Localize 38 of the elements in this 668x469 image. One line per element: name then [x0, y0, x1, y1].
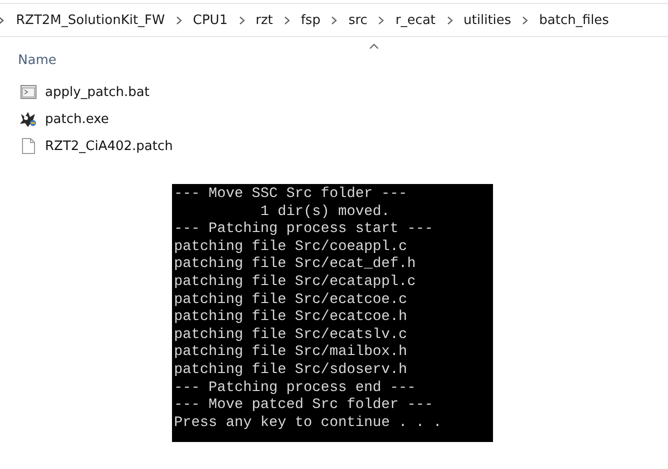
application-icon [20, 111, 37, 127]
console-line: patching file Src/sdoserv.h [174, 362, 408, 380]
breadcrumb-item[interactable]: fsp [300, 12, 320, 28]
chevron-icon [0, 16, 4, 24]
chevron-icon [284, 16, 290, 24]
sort-caret-icon [369, 43, 379, 49]
console-line: --- Move SSC Src folder --- [174, 186, 408, 204]
chevron-icon [378, 16, 384, 24]
console-line: patching file Src/ecatcoe.h [174, 309, 408, 327]
console-line: 1 dir(s) moved. [259, 204, 390, 222]
breadcrumb-item[interactable]: CPU1 [192, 12, 228, 28]
chevron-icon [522, 16, 528, 24]
chevron-icon [176, 16, 182, 24]
chevron-icon [331, 16, 338, 24]
file-name[interactable]: RZT2_CiA402.patch [45, 138, 173, 154]
file-icon [20, 138, 37, 154]
console-line: --- Patching process start --- [174, 221, 434, 239]
console-line: patching file Src/ecat_def.h [174, 256, 416, 274]
breadcrumb-item[interactable]: RZT2M_SolutionKit_FW [16, 12, 165, 28]
breadcrumb-item[interactable]: rzt [256, 12, 273, 28]
console-line: --- Patching process end --- [174, 380, 416, 398]
chevron-icon [446, 16, 453, 24]
file-name[interactable]: patch.exe [45, 112, 109, 126]
console-line: patching file Src/ecatappl.c [174, 274, 416, 292]
console-line: patching file Src/mailbox.h [174, 344, 408, 362]
breadcrumb-item[interactable]: batch_files [539, 12, 609, 28]
console-line: patching file Src/coeappl.c [174, 238, 408, 256]
console-line: Press any key to continue . . . [174, 414, 442, 432]
console-line: patching file Src/ecatslv.c [174, 326, 408, 344]
breadcrumb-item[interactable]: src [348, 12, 368, 28]
console-line: patching file Src/ecatcoe.c [174, 292, 408, 310]
breadcrumb-item[interactable]: r_ecat [395, 12, 436, 28]
console-line: --- Move patced Src folder --- [174, 397, 434, 415]
name-column-header[interactable]: Name [18, 53, 56, 68]
file-name[interactable]: apply_patch.bat [45, 84, 150, 100]
chevron-icon [238, 16, 245, 24]
breadcrumb-item[interactable]: utilities [464, 12, 512, 28]
batch-file-icon [20, 85, 37, 99]
